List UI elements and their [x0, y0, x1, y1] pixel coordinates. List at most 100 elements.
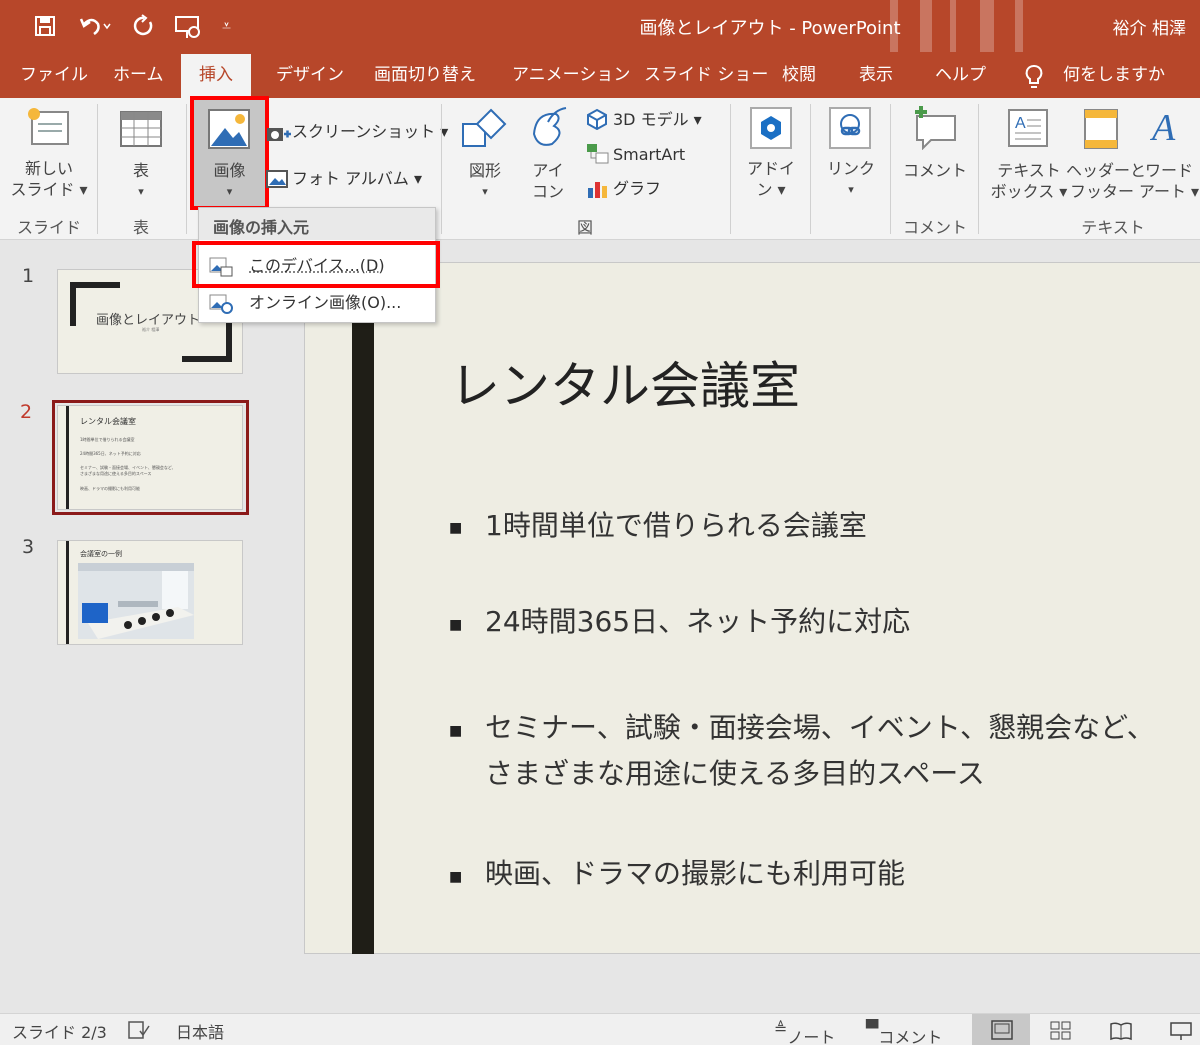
- link-button[interactable]: リンク ▾: [820, 158, 882, 200]
- smartart-button[interactable]: SmartArt: [613, 144, 685, 166]
- thumb-line: さまざまな用途に使える多目的スペース: [80, 471, 152, 476]
- addin-label-1: アドイ: [746, 159, 795, 178]
- new-slide-label-2: スライド ▾: [10, 180, 88, 199]
- undo-icon[interactable]: [78, 14, 112, 38]
- 3d-model-icon: [587, 108, 607, 130]
- tab-design[interactable]: デザイン: [276, 62, 344, 92]
- tab-insert[interactable]: 挿入: [181, 54, 251, 98]
- photo-album-button[interactable]: フォト アルバム ▾: [292, 168, 422, 190]
- addin-button[interactable]: アドイン ▾: [740, 158, 802, 200]
- tab-review[interactable]: 校閲: [782, 62, 816, 92]
- reading-view-icon[interactable]: [1110, 1021, 1132, 1041]
- slide-bullet-1[interactable]: 1時間単位で借りられる会議室: [485, 503, 867, 549]
- table-icon: [120, 111, 162, 147]
- separator: [186, 104, 187, 234]
- slide-bullet-4[interactable]: 映画、ドラマの撮影にも利用可能: [485, 851, 905, 897]
- icons-button[interactable]: アイ コン: [520, 160, 576, 202]
- slide-thumbnails-panel[interactable]: 1 画像とレイアウト 裕介 相澤 2 レンタル会議室 1時間単位で借りられる会議…: [0, 241, 282, 1013]
- tab-transitions[interactable]: 画面切り替え: [374, 62, 476, 92]
- tell-me-search[interactable]: 何をしますか: [1063, 62, 1165, 92]
- separator: [97, 104, 98, 234]
- slide-bullet-3[interactable]: セミナー、試験・面接会場、イベント、懇親会など、 さまざまな用途に使える多目的スペ…: [485, 705, 1155, 797]
- group-comments-label: コメント: [902, 218, 967, 237]
- slide-number: 3: [22, 536, 35, 558]
- save-icon[interactable]: [33, 14, 57, 38]
- present-icon[interactable]: [174, 14, 204, 40]
- thumb-bar: [66, 406, 69, 509]
- group-table-label: 表: [132, 218, 149, 237]
- customize-icon[interactable]: ⩡: [222, 12, 231, 40]
- meeting-room-photo: [78, 563, 194, 639]
- ribbon-tabs: ファイル ホーム 挿入 デザイン 画面切り替え アニメーション スライド ショー…: [0, 52, 1200, 98]
- tab-view[interactable]: 表示: [859, 62, 893, 92]
- new-slide-button[interactable]: 新しいスライド ▾: [8, 158, 90, 200]
- thumb-line: 1時間単位で借りられる会議室: [80, 437, 135, 442]
- slide-sorter-icon[interactable]: [1050, 1021, 1072, 1041]
- bullet-text: 1時間単位で借りられる会議室: [485, 509, 867, 542]
- bullet-text: さまざまな用途に使える多目的スペース: [485, 757, 985, 790]
- wordart-button[interactable]: ワード アート ▾: [1138, 160, 1200, 202]
- thumb-line: 映画、ドラマの撮影にも利用可能: [80, 486, 140, 491]
- 3d-model-button[interactable]: 3D モデル ▾: [613, 109, 702, 131]
- slide-thumbnail-2[interactable]: レンタル会議室 1時間単位で借りられる会議室 24時間365日、ネット予約に対応…: [57, 405, 243, 510]
- bullet-marker: ■: [449, 617, 463, 633]
- shapes-button[interactable]: 図形 ▾: [456, 160, 514, 202]
- comments-label: コメント: [878, 1028, 943, 1045]
- slideshow-view-icon[interactable]: [1170, 1021, 1192, 1041]
- tab-home[interactable]: ホーム: [113, 62, 164, 92]
- chart-icon: [588, 182, 607, 198]
- notes-button[interactable]: ≜ ノート: [774, 1019, 835, 1045]
- highlight-image-button: [190, 96, 269, 210]
- screenshot-icon: [267, 128, 291, 141]
- link-caret: ▾: [848, 183, 854, 196]
- tab-help[interactable]: ヘルプ: [935, 62, 986, 92]
- slide-counter: スライド 2/3: [12, 1023, 107, 1042]
- icons-icon: [532, 107, 567, 146]
- link-icon: [829, 107, 871, 149]
- normal-view-button[interactable]: [972, 1014, 1030, 1045]
- spellcheck-icon[interactable]: [128, 1021, 150, 1039]
- table-button[interactable]: 表 ▾: [112, 160, 170, 202]
- bullet-marker: ■: [449, 723, 463, 739]
- menu-header: 画像の挿入元: [199, 208, 435, 240]
- new-slide-icon: [28, 108, 69, 145]
- textbox-icon: A: [1008, 109, 1048, 147]
- thumb-title: レンタル会議室: [80, 417, 136, 426]
- menu-item-online-pictures[interactable]: オンライン画像(O)...: [203, 286, 431, 320]
- bullet-text: 映画、ドラマの撮影にも利用可能: [485, 857, 906, 890]
- shapes-icon: [462, 108, 507, 147]
- status-bar: スライド 2/3 日本語 ≜ ノート ▀ コメント: [0, 1013, 1200, 1045]
- slide-thumbnail-3[interactable]: 会議室の一例: [57, 540, 243, 645]
- comment-button[interactable]: コメント: [898, 160, 972, 181]
- table-label: 表: [132, 161, 149, 180]
- screenshot-button[interactable]: スクリーンショット ▾: [292, 121, 448, 143]
- group-slides-label: スライド: [16, 218, 81, 237]
- tab-file[interactable]: ファイル: [20, 62, 88, 92]
- photo-album-icon: [266, 170, 288, 188]
- normal-view-icon: [991, 1020, 1013, 1040]
- tab-slideshow[interactable]: スライド ショー: [644, 62, 768, 92]
- user-name[interactable]: 裕介 相澤: [1113, 14, 1186, 39]
- new-slide-label-1: 新しい: [24, 159, 73, 178]
- chart-button[interactable]: グラフ: [613, 178, 661, 200]
- shapes-caret: ▾: [482, 185, 488, 198]
- app-title: 画像とレイアウト - PowerPoint: [639, 18, 901, 39]
- redo-icon[interactable]: [132, 14, 156, 38]
- corner-decoration: [70, 282, 76, 326]
- shapes-label: 図形: [468, 161, 501, 180]
- language-indicator[interactable]: 日本語: [176, 1019, 224, 1043]
- bullet-text: 24時間365日、ネット予約に対応: [485, 605, 911, 638]
- header-footer-label-2: フッター: [1069, 182, 1134, 201]
- link-label: リンク: [826, 159, 875, 178]
- comments-button[interactable]: ▀ コメント: [866, 1019, 942, 1045]
- header-footer-label-1: ヘッダーと: [1066, 161, 1147, 180]
- header-footer-button[interactable]: ヘッダーと フッター: [1066, 160, 1147, 202]
- textbox-button[interactable]: テキスト ボックス ▾: [990, 160, 1068, 202]
- bullet-marker: ■: [449, 869, 463, 885]
- textbox-label-2: ボックス ▾: [990, 182, 1068, 201]
- addin-icon: [750, 107, 792, 149]
- slide-title[interactable]: レンタル会議室: [450, 346, 800, 418]
- icons-label-2: コン: [531, 182, 564, 201]
- tab-animations[interactable]: アニメーション: [512, 62, 630, 92]
- slide-bullet-2[interactable]: 24時間365日、ネット予約に対応: [485, 599, 910, 645]
